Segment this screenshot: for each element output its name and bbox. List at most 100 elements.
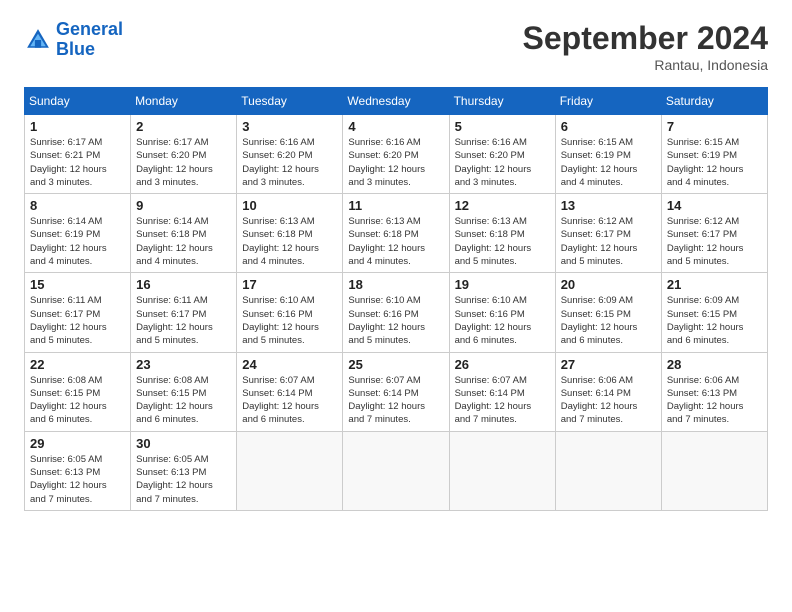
day-info: Sunrise: 6:09 AM Sunset: 6:15 PM Dayligh… [561, 294, 656, 347]
day-number: 29 [30, 436, 125, 451]
week-row-1: 1Sunrise: 6:17 AM Sunset: 6:21 PM Daylig… [25, 115, 768, 194]
title-area: September 2024 Rantau, Indonesia [523, 20, 768, 73]
day-info: Sunrise: 6:14 AM Sunset: 6:18 PM Dayligh… [136, 215, 231, 268]
day-number: 13 [561, 198, 656, 213]
day-number: 5 [455, 119, 550, 134]
calendar-cell: 20 Sunrise: 6:09 AM Sunset: 6:15 PM Dayli… [555, 273, 661, 352]
day-number: 15 [30, 277, 125, 292]
calendar-cell: 13 Sunrise: 6:12 AM Sunset: 6:17 PM Dayli… [555, 194, 661, 273]
col-header-sunday: Sunday [25, 88, 131, 115]
day-info: Sunrise: 6:16 AM Sunset: 6:20 PM Dayligh… [242, 136, 337, 189]
calendar-cell: 15Sunrise: 6:11 AM Sunset: 6:17 PM Dayli… [25, 273, 131, 352]
week-row-5: 29 Sunrise: 6:05 AM Sunset: 6:13 PM Dayli… [25, 431, 768, 510]
day-info: Sunrise: 6:07 AM Sunset: 6:14 PM Dayligh… [455, 374, 550, 427]
calendar-cell: 6Sunrise: 6:15 AM Sunset: 6:19 PM Daylig… [555, 115, 661, 194]
calendar-cell: 8Sunrise: 6:14 AM Sunset: 6:19 PM Daylig… [25, 194, 131, 273]
calendar-cell: 18Sunrise: 6:10 AM Sunset: 6:16 PM Dayli… [343, 273, 449, 352]
day-info: Sunrise: 6:07 AM Sunset: 6:14 PM Dayligh… [348, 374, 443, 427]
day-number: 27 [561, 357, 656, 372]
day-number: 16 [136, 277, 231, 292]
day-number: 3 [242, 119, 337, 134]
header-row: SundayMondayTuesdayWednesdayThursdayFrid… [25, 88, 768, 115]
day-info: Sunrise: 6:16 AM Sunset: 6:20 PM Dayligh… [348, 136, 443, 189]
calendar-cell: 11 Sunrise: 6:13 AM Sunset: 6:18 PM Dayli… [343, 194, 449, 273]
day-info: Sunrise: 6:17 AM Sunset: 6:20 PM Dayligh… [136, 136, 231, 189]
col-header-saturday: Saturday [661, 88, 767, 115]
logo-icon [24, 26, 52, 54]
day-number: 11 [348, 198, 443, 213]
day-info: Sunrise: 6:10 AM Sunset: 6:16 PM Dayligh… [348, 294, 443, 347]
day-number: 19 [455, 277, 550, 292]
calendar-cell: 2 Sunrise: 6:17 AM Sunset: 6:20 PM Daylig… [131, 115, 237, 194]
month-title: September 2024 [523, 20, 768, 57]
day-info: Sunrise: 6:17 AM Sunset: 6:21 PM Dayligh… [30, 136, 125, 189]
day-number: 28 [667, 357, 762, 372]
calendar-cell: 29 Sunrise: 6:05 AM Sunset: 6:13 PM Dayli… [25, 431, 131, 510]
day-info: Sunrise: 6:15 AM Sunset: 6:19 PM Dayligh… [667, 136, 762, 189]
day-number: 25 [348, 357, 443, 372]
day-number: 26 [455, 357, 550, 372]
calendar-cell [555, 431, 661, 510]
calendar-cell: 26 Sunrise: 6:07 AM Sunset: 6:14 PM Dayli… [449, 352, 555, 431]
calendar-cell: 4 Sunrise: 6:16 AM Sunset: 6:20 PM Daylig… [343, 115, 449, 194]
col-header-monday: Monday [131, 88, 237, 115]
calendar-cell: 1Sunrise: 6:17 AM Sunset: 6:21 PM Daylig… [25, 115, 131, 194]
day-info: Sunrise: 6:12 AM Sunset: 6:17 PM Dayligh… [561, 215, 656, 268]
day-info: Sunrise: 6:13 AM Sunset: 6:18 PM Dayligh… [242, 215, 337, 268]
calendar-cell: 19 Sunrise: 6:10 AM Sunset: 6:16 PM Dayli… [449, 273, 555, 352]
day-info: Sunrise: 6:13 AM Sunset: 6:18 PM Dayligh… [348, 215, 443, 268]
day-info: Sunrise: 6:06 AM Sunset: 6:13 PM Dayligh… [667, 374, 762, 427]
day-number: 7 [667, 119, 762, 134]
day-number: 23 [136, 357, 231, 372]
calendar-cell: 3 Sunrise: 6:16 AM Sunset: 6:20 PM Daylig… [237, 115, 343, 194]
day-number: 21 [667, 277, 762, 292]
calendar-cell: 17 Sunrise: 6:10 AM Sunset: 6:16 PM Dayli… [237, 273, 343, 352]
calendar-cell: 24 Sunrise: 6:07 AM Sunset: 6:14 PM Dayli… [237, 352, 343, 431]
day-info: Sunrise: 6:10 AM Sunset: 6:16 PM Dayligh… [242, 294, 337, 347]
day-number: 24 [242, 357, 337, 372]
logo: General Blue [24, 20, 123, 60]
calendar-cell [343, 431, 449, 510]
day-info: Sunrise: 6:11 AM Sunset: 6:17 PM Dayligh… [136, 294, 231, 347]
calendar-cell: 16 Sunrise: 6:11 AM Sunset: 6:17 PM Dayli… [131, 273, 237, 352]
location: Rantau, Indonesia [523, 57, 768, 73]
day-info: Sunrise: 6:05 AM Sunset: 6:13 PM Dayligh… [136, 453, 231, 506]
day-number: 17 [242, 277, 337, 292]
day-number: 20 [561, 277, 656, 292]
logo-line1: General [56, 19, 123, 39]
day-info: Sunrise: 6:12 AM Sunset: 6:17 PM Dayligh… [667, 215, 762, 268]
day-number: 2 [136, 119, 231, 134]
calendar-cell: 28 Sunrise: 6:06 AM Sunset: 6:13 PM Dayli… [661, 352, 767, 431]
day-number: 10 [242, 198, 337, 213]
day-info: Sunrise: 6:07 AM Sunset: 6:14 PM Dayligh… [242, 374, 337, 427]
day-number: 30 [136, 436, 231, 451]
calendar-cell [237, 431, 343, 510]
calendar-cell [449, 431, 555, 510]
page: General Blue September 2024 Rantau, Indo… [0, 0, 792, 527]
calendar-cell: 12 Sunrise: 6:13 AM Sunset: 6:18 PM Dayli… [449, 194, 555, 273]
day-info: Sunrise: 6:05 AM Sunset: 6:13 PM Dayligh… [30, 453, 125, 506]
calendar-cell: 14Sunrise: 6:12 AM Sunset: 6:17 PM Dayli… [661, 194, 767, 273]
day-number: 22 [30, 357, 125, 372]
col-header-friday: Friday [555, 88, 661, 115]
day-info: Sunrise: 6:06 AM Sunset: 6:14 PM Dayligh… [561, 374, 656, 427]
calendar-cell: 7 Sunrise: 6:15 AM Sunset: 6:19 PM Daylig… [661, 115, 767, 194]
day-info: Sunrise: 6:08 AM Sunset: 6:15 PM Dayligh… [136, 374, 231, 427]
day-info: Sunrise: 6:10 AM Sunset: 6:16 PM Dayligh… [455, 294, 550, 347]
day-number: 8 [30, 198, 125, 213]
day-info: Sunrise: 6:16 AM Sunset: 6:20 PM Dayligh… [455, 136, 550, 189]
calendar-cell: 5 Sunrise: 6:16 AM Sunset: 6:20 PM Daylig… [449, 115, 555, 194]
week-row-4: 22 Sunrise: 6:08 AM Sunset: 6:15 PM Dayli… [25, 352, 768, 431]
calendar: SundayMondayTuesdayWednesdayThursdayFrid… [24, 87, 768, 511]
day-info: Sunrise: 6:08 AM Sunset: 6:15 PM Dayligh… [30, 374, 125, 427]
day-number: 4 [348, 119, 443, 134]
day-info: Sunrise: 6:13 AM Sunset: 6:18 PM Dayligh… [455, 215, 550, 268]
day-number: 12 [455, 198, 550, 213]
calendar-cell: 25 Sunrise: 6:07 AM Sunset: 6:14 PM Dayli… [343, 352, 449, 431]
logo-line2: Blue [56, 39, 95, 59]
day-number: 9 [136, 198, 231, 213]
col-header-tuesday: Tuesday [237, 88, 343, 115]
header: General Blue September 2024 Rantau, Indo… [24, 20, 768, 73]
calendar-cell: 21Sunrise: 6:09 AM Sunset: 6:15 PM Dayli… [661, 273, 767, 352]
col-header-wednesday: Wednesday [343, 88, 449, 115]
